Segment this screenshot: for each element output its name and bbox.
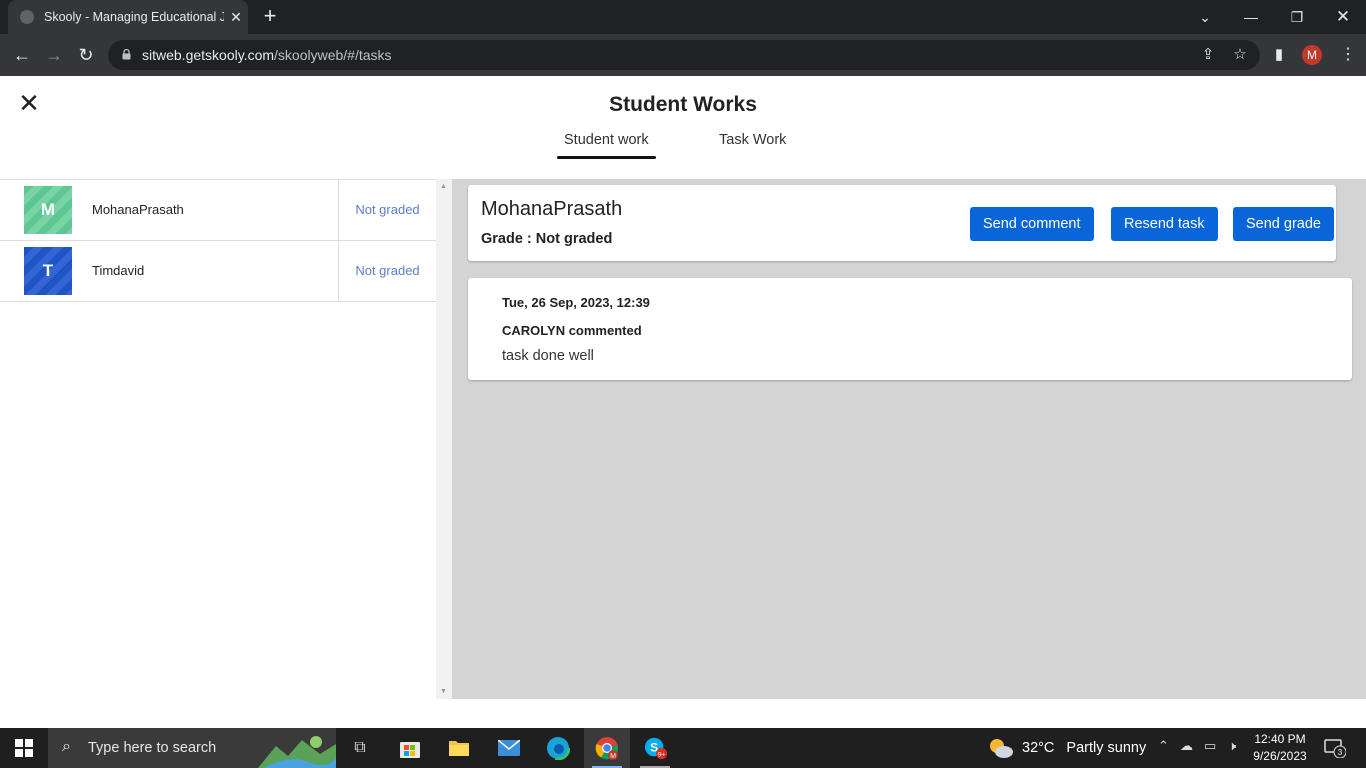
browser-tab-strip: Skooly - Managing Educational J ✕ + ⌄ — … [0,0,1366,34]
student-row[interactable]: T Timdavid Not graded [0,241,436,302]
student-name: MohanaPrasath [92,202,184,217]
tab-student-work[interactable]: Student work [557,132,656,159]
tab-search-chevron-icon[interactable]: ⌄ [1182,0,1228,34]
show-hidden-icons-chevron-icon[interactable]: ⌃ [1158,738,1169,754]
windows-taskbar: ⌕ Type here to search ⧉ M S 9+ 32°C Partl… [0,728,1366,768]
comment-card: Tue, 26 Sep, 2023, 12:39 CAROLYN comment… [468,278,1352,380]
student-detail-panel: MohanaPrasath Grade : Not graded Send co… [452,179,1366,699]
url-path: /skoolyweb/#/tasks [274,47,392,63]
back-button[interactable]: ← [10,43,34,67]
send-comment-button[interactable]: Send comment [970,207,1094,241]
mail-icon[interactable] [497,736,521,760]
chrome-browser-icon[interactable]: M [595,736,619,760]
student-row[interactable]: M MohanaPrasath Not graded [0,180,436,241]
microsoft-store-icon[interactable] [398,736,422,760]
battery-icon[interactable]: ▭ [1204,738,1216,754]
page-tabs: Student work Task Work [0,132,1366,162]
detail-student-name: MohanaPrasath [481,198,623,220]
notification-count: 3 [1338,748,1343,757]
weather-widget[interactable]: 32°C Partly sunny [988,736,1146,760]
restore-button[interactable]: ❐ [1274,0,1320,34]
tab-task-work[interactable]: Task Work [719,132,786,148]
search-icon: ⌕ [62,738,71,755]
student-header-card: MohanaPrasath Grade : Not graded Send co… [468,185,1336,261]
svg-text:M: M [610,753,616,760]
app-page: ✕ Student Works Student work Task Work M… [0,76,1366,728]
comment-text: task done well [502,348,594,364]
clock-time: 12:40 PM [1254,732,1306,746]
volume-muted-icon[interactable]: 🕨 [1228,738,1236,754]
comment-date: Tue, 26 Sep, 2023, 12:39 [502,295,650,310]
student-name: Timdavid [92,263,145,278]
url-text[interactable]: sitweb.getskooly.com/skoolyweb/#/tasks [142,46,392,64]
edge-browser-icon[interactable] [546,736,570,760]
bookmark-star-icon[interactable]: ☆ [1231,46,1249,64]
search-placeholder: Type here to search [88,740,217,756]
resend-task-button[interactable]: Resend task [1111,207,1218,241]
detail-grade: Grade : Not graded [481,231,613,247]
side-panel-icon[interactable]: ▮ [1270,46,1288,64]
skype-icon[interactable]: S 9+ [644,736,668,760]
window-close-button[interactable]: ✕ [1320,0,1366,34]
minimize-button[interactable]: — [1228,0,1274,34]
comment-author: CAROLYN commented [502,323,642,338]
page-title: Student Works [609,93,757,116]
new-tab-button[interactable]: + [258,4,282,28]
partly-sunny-icon [990,739,1013,758]
windows-start-icon[interactable] [12,736,36,760]
send-grade-button[interactable]: Send grade [1233,207,1334,241]
student-grade-status[interactable]: Not graded [338,180,436,240]
file-explorer-icon[interactable] [447,736,471,760]
tab-title: Skooly - Managing Educational J [44,10,224,24]
student-avatar: M [24,186,72,234]
task-view-icon[interactable]: ⧉ [348,736,372,760]
taskbar-search-box[interactable]: ⌕ Type here to search [48,728,336,768]
browser-tab[interactable]: Skooly - Managing Educational J ✕ [8,0,248,34]
reload-button[interactable]: ↻ [74,43,98,67]
forward-button[interactable]: → [42,43,66,67]
student-list-scrollbar[interactable]: ▲ ▼ [436,179,452,699]
url-host: sitweb.getskooly.com [142,47,275,63]
browser-menu-icon[interactable]: ⋮ [1340,44,1356,66]
share-icon[interactable]: ⇪ [1199,46,1217,64]
notification-center-icon[interactable]: 3 [1324,738,1347,759]
weather-description: Partly sunny [1066,740,1147,756]
lock-icon[interactable] [122,49,131,60]
scroll-down-arrow-icon[interactable]: ▼ [440,688,447,695]
student-list: M MohanaPrasath Not graded T Timdavid No… [0,179,436,699]
scroll-up-arrow-icon[interactable]: ▲ [440,183,447,190]
site-favicon-icon [20,10,34,24]
clock-date: 9/26/2023 [1253,749,1307,763]
weather-temperature: 32°C [1022,740,1055,756]
search-highlight-scene-icon [258,736,336,768]
network-error-icon[interactable]: ☁ [1180,738,1193,754]
profile-avatar[interactable]: M [1302,45,1322,65]
system-clock[interactable]: 12:40 PM 9/26/2023 [1252,731,1308,765]
student-avatar: T [24,247,72,295]
student-grade-status[interactable]: Not graded [338,241,436,301]
tab-close-icon[interactable]: ✕ [224,9,248,26]
skype-badge-count: 9+ [658,751,666,758]
